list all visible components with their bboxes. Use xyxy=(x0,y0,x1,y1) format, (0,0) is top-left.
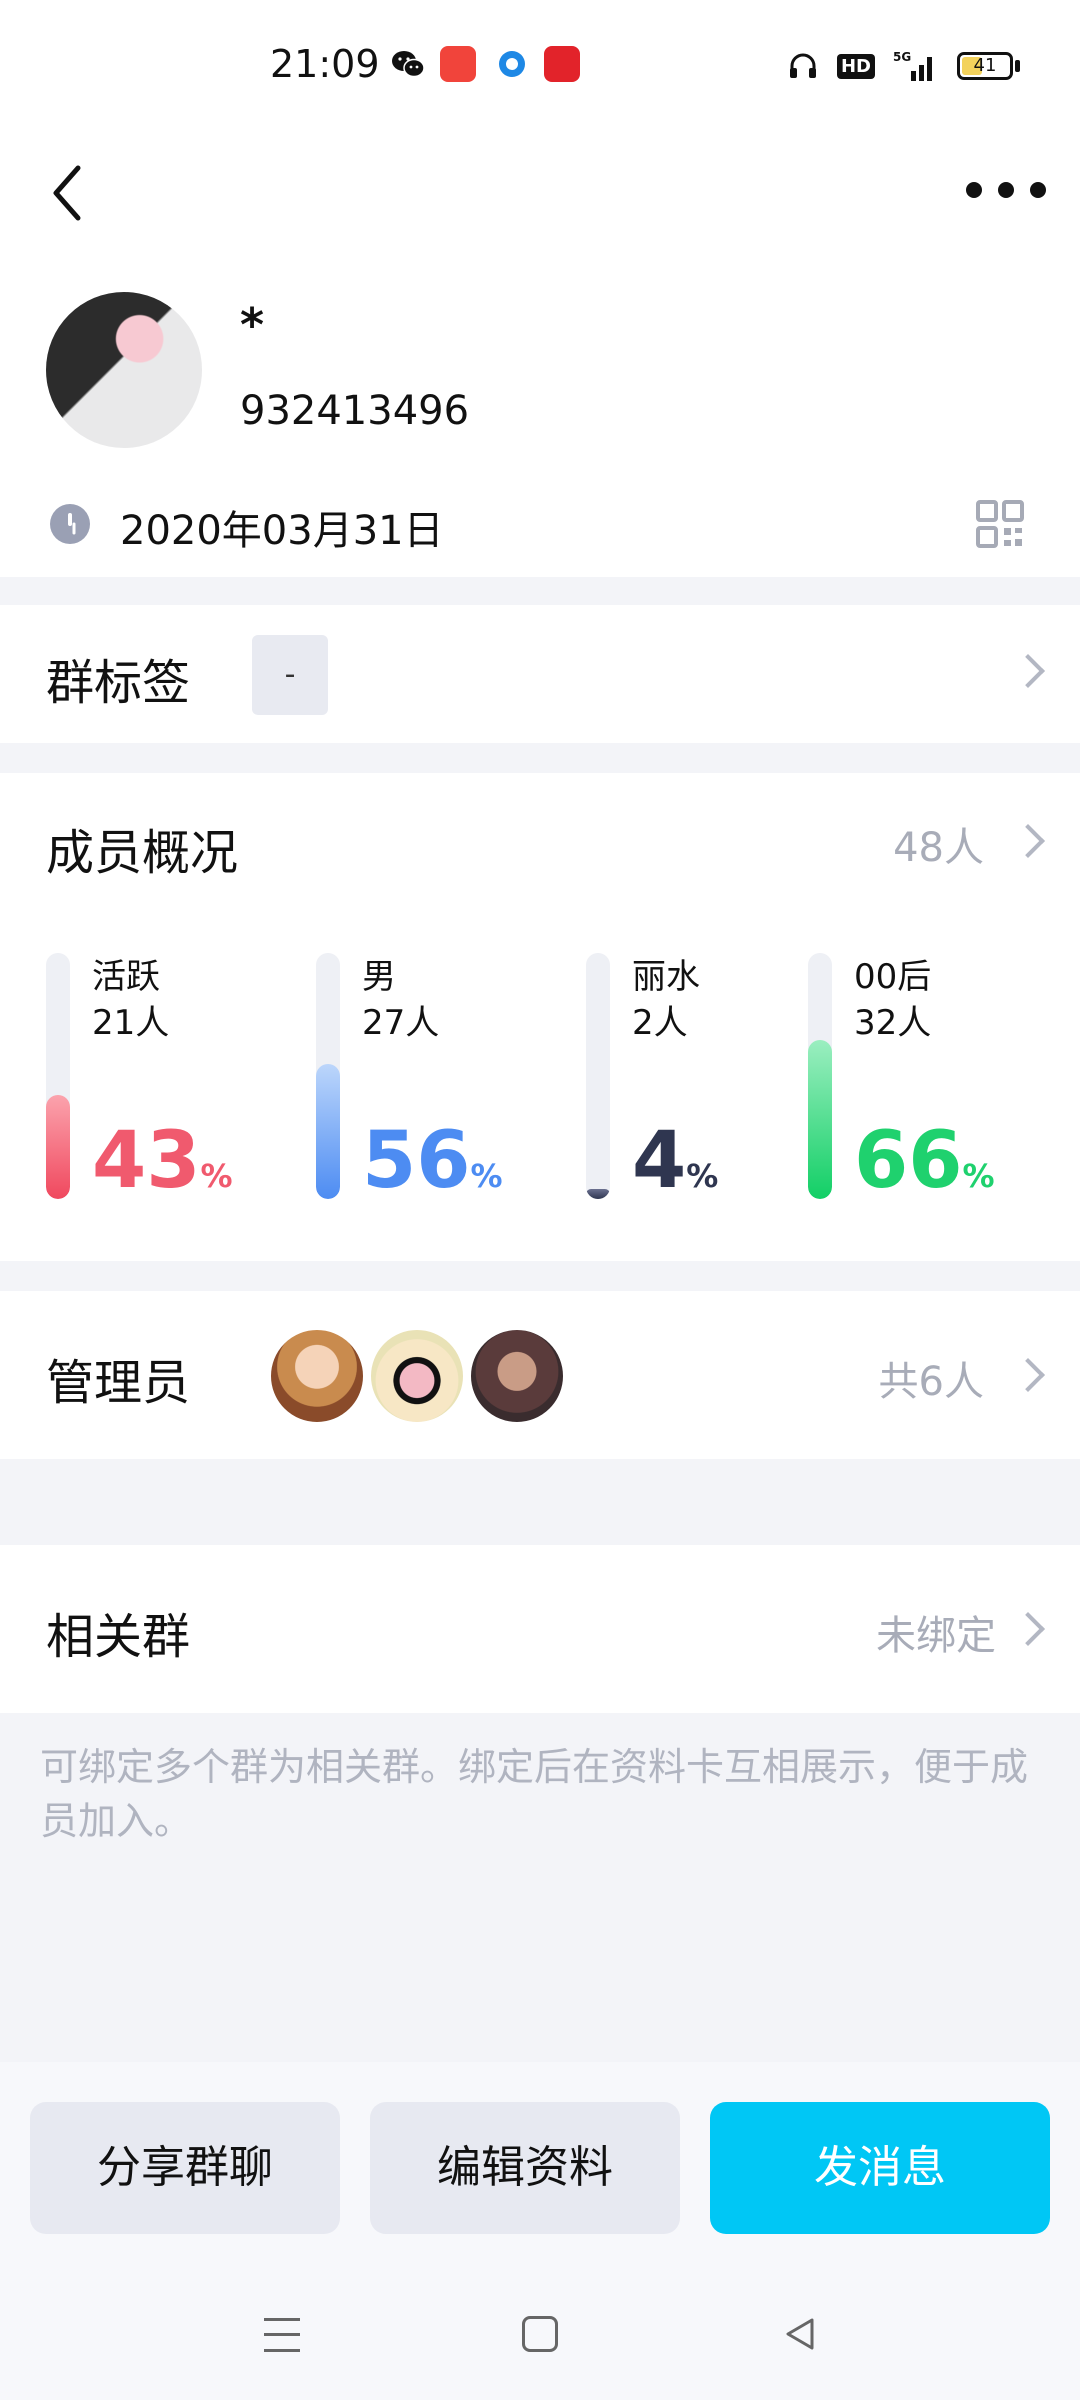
stat-count: 27人 xyxy=(362,1003,440,1043)
related-status: 未绑定 xyxy=(876,1613,996,1659)
hd-icon: HD xyxy=(836,53,875,79)
app-icon xyxy=(440,46,476,82)
svg-text:5G: 5G xyxy=(893,50,911,64)
stat-percent-value: 43 xyxy=(92,1116,201,1206)
admin-avatar[interactable] xyxy=(468,1327,566,1425)
status-bar: 21:09 HD 5G 41 xyxy=(0,0,1080,130)
tag-chip: - xyxy=(252,635,328,715)
qr-code-icon[interactable] xyxy=(976,500,1024,548)
chevron-right-icon xyxy=(1014,1609,1042,1649)
created-date: 2020年03月31日 xyxy=(120,508,444,554)
stat-label: 00后 xyxy=(854,957,932,997)
stat-bar-track xyxy=(808,953,832,1199)
stat-count: 32人 xyxy=(854,1003,932,1043)
admins-row[interactable]: 管理员 共6人 xyxy=(0,1291,1080,1459)
edit-profile-button[interactable]: 编辑资料 xyxy=(370,2102,680,2234)
app-icon xyxy=(544,46,580,82)
more-dots-icon[interactable] xyxy=(966,170,1046,210)
stat-label: 男 xyxy=(362,957,396,997)
member-stat: 00后 32人 66% xyxy=(808,953,1048,1213)
members-total: 48人 xyxy=(893,825,984,871)
stat-percent-unit: % xyxy=(470,1157,503,1195)
headphones-icon xyxy=(789,53,816,78)
app-icon xyxy=(494,46,530,82)
stat-percent: 43% xyxy=(92,1121,233,1216)
member-stat: 丽水 2人 4% xyxy=(586,953,826,1213)
status-indicators: HD 5G 41 xyxy=(787,46,1020,86)
stat-percent-value: 56 xyxy=(362,1116,471,1206)
related-groups-row[interactable]: 相关群 未绑定 xyxy=(0,1545,1080,1713)
battery-icon: 41 xyxy=(957,52,1013,80)
members-title: 成员概况 xyxy=(46,825,239,881)
stat-percent-value: 4 xyxy=(632,1116,687,1206)
back-triangle-icon[interactable] xyxy=(780,2314,820,2354)
stat-percent: 66% xyxy=(854,1121,995,1216)
group-tags-row[interactable]: 群标签 - xyxy=(0,605,1080,743)
group-name: * xyxy=(240,298,265,352)
home-icon[interactable] xyxy=(522,2316,558,2352)
chevron-right-icon xyxy=(1014,651,1042,691)
chevron-left-icon[interactable] xyxy=(40,158,100,228)
chevron-right-icon xyxy=(1014,821,1042,861)
stat-percent: 4% xyxy=(632,1121,718,1216)
stat-bar-track xyxy=(316,953,340,1199)
admin-avatar[interactable] xyxy=(368,1327,466,1425)
admins-count: 共6人 xyxy=(878,1359,984,1405)
system-nav-bar xyxy=(0,2270,1080,2400)
stat-bar-track xyxy=(586,953,610,1199)
stat-bar-fill xyxy=(808,1040,832,1199)
stat-percent-value: 66 xyxy=(854,1116,963,1206)
wechat-icon xyxy=(392,51,425,78)
battery-level: 41 xyxy=(973,55,997,76)
related-title: 相关群 xyxy=(46,1609,191,1665)
status-time: 21:09 xyxy=(270,42,380,86)
send-message-button[interactable]: 发消息 xyxy=(710,2102,1050,2234)
stat-bar-fill xyxy=(586,1189,610,1199)
group-profile-screen: 21:09 HD 5G 41 * 932413496 2020年03月31日 群… xyxy=(0,0,1080,2400)
group-tags-title: 群标签 xyxy=(46,655,191,711)
stat-count: 21人 xyxy=(92,1003,170,1043)
stat-percent-unit: % xyxy=(686,1157,719,1195)
share-group-button[interactable]: 分享群聊 xyxy=(30,2102,340,2234)
group-id: 932413496 xyxy=(240,388,470,434)
menu-icon[interactable] xyxy=(264,2318,300,2352)
stat-percent-unit: % xyxy=(200,1157,233,1195)
signal-icon: 5G xyxy=(893,50,932,81)
members-overview[interactable]: 成员概况 48人 活跃 21人 43% 男 27人 56% 丽水 2人 4% 00后 32人 66% xyxy=(0,773,1080,1261)
admins-title: 管理员 xyxy=(46,1355,191,1411)
stat-percent-unit: % xyxy=(962,1157,995,1195)
stat-bar-fill xyxy=(46,1095,70,1199)
clock-icon xyxy=(50,504,90,544)
admin-avatar[interactable] xyxy=(268,1327,366,1425)
group-header: * 932413496 2020年03月31日 xyxy=(0,130,1080,577)
chevron-right-icon xyxy=(1014,1355,1042,1395)
related-hint: 可绑定多个群为相关群。绑定后在资料卡互相展示，便于成员加入。 xyxy=(40,1745,1029,1843)
stat-bar-track xyxy=(46,953,70,1199)
stat-percent: 56% xyxy=(362,1121,503,1216)
member-stat: 男 27人 56% xyxy=(316,953,556,1213)
member-stat: 活跃 21人 43% xyxy=(46,953,286,1213)
stat-bar-fill xyxy=(316,1064,340,1199)
stat-label: 活跃 xyxy=(92,957,160,997)
stat-label: 丽水 xyxy=(632,957,700,997)
group-avatar[interactable] xyxy=(46,292,202,448)
stat-count: 2人 xyxy=(632,1003,688,1043)
